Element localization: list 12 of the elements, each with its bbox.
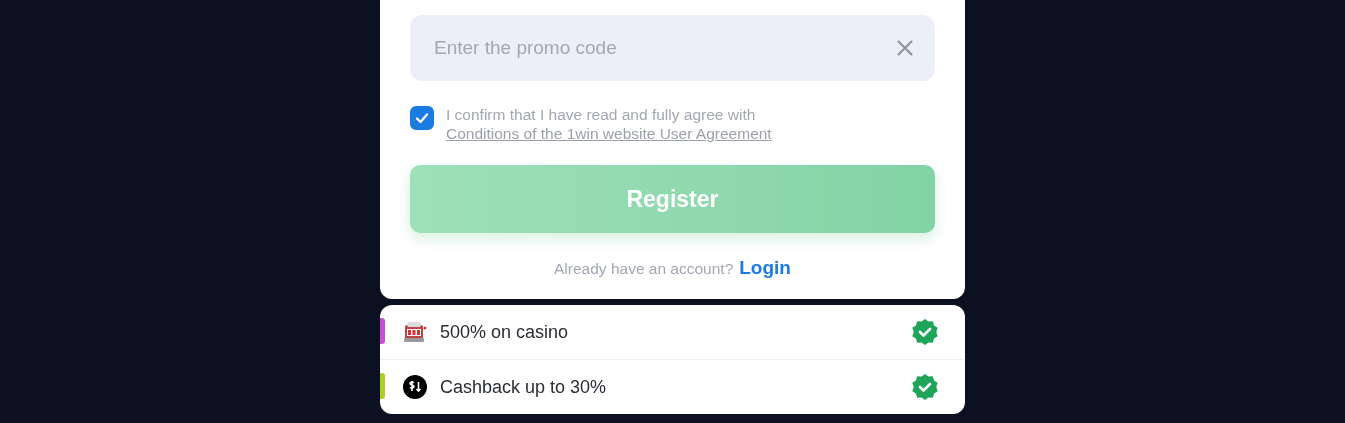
login-link[interactable]: Login	[739, 257, 791, 279]
check-icon	[415, 111, 429, 125]
register-button[interactable]: Register	[410, 165, 935, 233]
bonus-label: Cashback up to 30%	[440, 376, 608, 398]
bonus-label: 500% on casino	[440, 321, 570, 343]
agreement-checkbox[interactable]	[410, 106, 434, 130]
agreement-text: I confirm that I have read and fully agree with Conditions of the 1win website User Agreement	[446, 105, 773, 143]
slot-machine-icon	[402, 319, 428, 345]
login-prompt: Already have an account?	[554, 260, 734, 278]
user-agreement-link[interactable]: Conditions of the 1win website User Agreement	[446, 125, 772, 142]
close-icon[interactable]	[897, 40, 913, 56]
promo-code-field[interactable]: Enter the promo code	[410, 15, 935, 81]
